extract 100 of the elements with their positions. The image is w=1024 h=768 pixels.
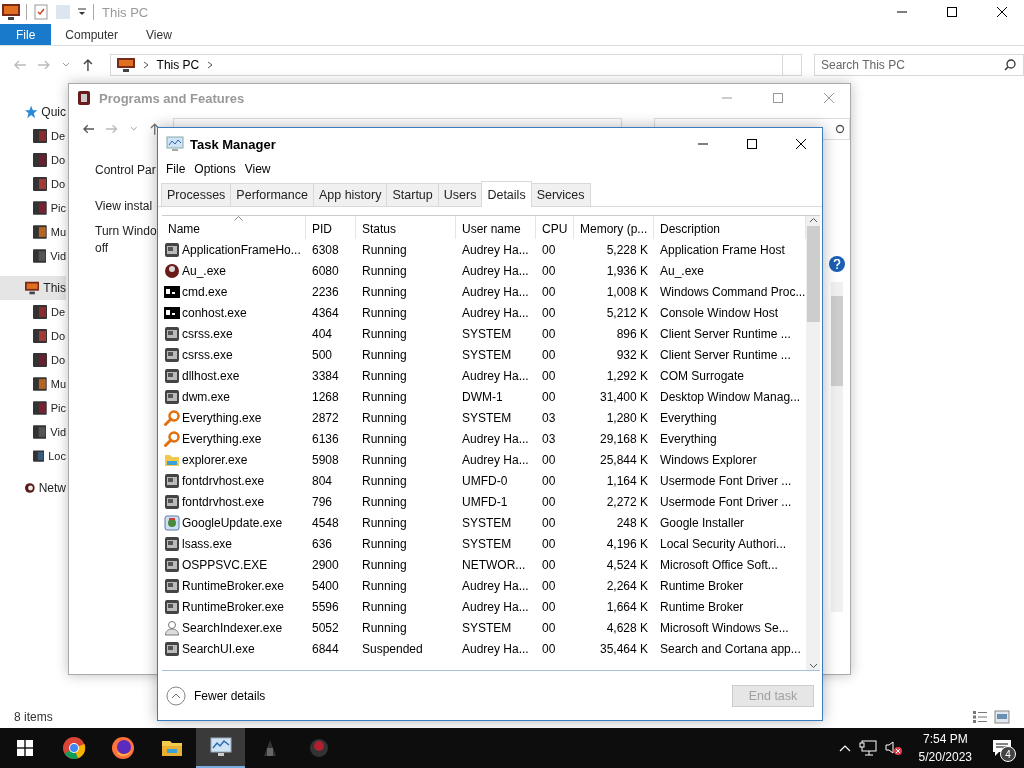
clock[interactable]: 7:54 PM 5/20/2023 [910, 730, 980, 766]
column-header[interactable]: User name [456, 216, 536, 239]
up-icon[interactable] [81, 59, 94, 71]
back-icon[interactable] [83, 123, 95, 135]
process-name: RuntimeBroker.exe [182, 599, 285, 614]
app-icon [164, 577, 180, 594]
close-icon[interactable] [794, 138, 807, 150]
process-name: csrss.exe [182, 326, 233, 341]
nav-item[interactable]: Do [0, 148, 66, 172]
sidebar-link[interactable]: View instal [95, 198, 157, 215]
maximize-icon[interactable] [946, 6, 958, 18]
table-cell-text: 804 [311, 472, 334, 490]
nav-item[interactable]: Vid [0, 244, 66, 268]
address-bar[interactable]: This PC [109, 54, 784, 76]
sidebar-link[interactable]: Control Par [95, 162, 157, 179]
table-cell-text: 03 [541, 409, 557, 427]
table-cell-text: 00 [541, 283, 557, 301]
nav-item[interactable]: Loc [0, 444, 66, 468]
scroll-up-icon[interactable] [808, 216, 818, 224]
nav-item[interactable]: De [0, 300, 66, 324]
browser-icon[interactable] [61, 736, 86, 760]
ribbon-tab[interactable]: View [132, 24, 186, 45]
nav-item[interactable]: Mu [0, 220, 66, 244]
breadcrumb-item[interactable]: This PC [156, 58, 200, 72]
tab[interactable]: App history [312, 183, 388, 206]
magnifier-icon [164, 409, 180, 426]
table-cell-text: 4,628 K [605, 619, 649, 637]
table-cell-text: UMFD-1 [461, 493, 509, 511]
menu-item[interactable]: View [242, 162, 278, 176]
table-cell-text: Microsoft Office Soft... [659, 556, 779, 574]
tab[interactable]: Performance [230, 183, 314, 206]
table-cell-text: Microsoft Windows Se... [659, 619, 790, 637]
tab[interactable]: Users [437, 183, 483, 206]
nav-item[interactable]: Do [0, 172, 66, 196]
column-header[interactable]: CPU [536, 216, 574, 239]
table-cell-text: Windows Command Proc... [659, 283, 806, 301]
column-header[interactable]: Memory (p... [574, 216, 654, 239]
scrollbar-thumb[interactable] [806, 226, 820, 322]
up-icon[interactable] [149, 123, 161, 135]
chevron-up-icon[interactable] [838, 744, 851, 752]
table-cell-text: 29,168 K [598, 430, 649, 448]
column-header[interactable]: PID [306, 216, 356, 239]
table-cell-text: 5400 [311, 577, 340, 595]
scrollbar[interactable] [806, 216, 820, 670]
magnifier-icon [164, 430, 180, 447]
network-icon[interactable] [858, 740, 877, 756]
taskbar-button[interactable] [196, 728, 245, 768]
table-cell-text: Usermode Font Driver ... [659, 472, 793, 490]
tab[interactable]: Services [530, 183, 591, 206]
nav-item[interactable]: Pic [0, 196, 66, 220]
menu-item[interactable]: Options [192, 162, 243, 176]
nav-item[interactable]: Vid [0, 420, 66, 444]
folder-icon [33, 201, 47, 215]
recent-icon[interactable] [61, 62, 70, 68]
chevron-circle-icon[interactable] [166, 685, 186, 706]
scrollbar[interactable] [831, 282, 843, 612]
new-folder-icon [55, 4, 71, 20]
scrollbar-thumb[interactable] [831, 296, 843, 386]
tab[interactable]: Startup [386, 183, 439, 206]
table-cell-text: 35,464 K [598, 640, 649, 658]
column-header[interactable]: Name [162, 216, 306, 239]
menu-item[interactable]: File [164, 162, 193, 176]
volume-muted-icon[interactable] [884, 740, 903, 756]
monitor-chart-icon[interactable] [208, 735, 233, 759]
console-icon [164, 304, 180, 321]
process-name: cmd.exe [182, 284, 228, 299]
ribbon-tab[interactable]: File [0, 24, 52, 45]
table-cell-text: 00 [541, 619, 557, 637]
nav-item[interactable]: Netw [0, 476, 66, 500]
close-icon[interactable] [996, 6, 1008, 18]
nav-item[interactable]: Do [0, 324, 66, 348]
tab[interactable]: Details [481, 181, 532, 207]
table-cell-text: Running [361, 388, 408, 406]
ribbon-tab[interactable]: Computer [51, 24, 133, 45]
scroll-down-icon[interactable] [808, 662, 818, 670]
nav-item[interactable]: Do [0, 348, 66, 372]
process-name: explorer.exe [182, 452, 248, 467]
help-icon[interactable] [829, 256, 845, 272]
nav-item[interactable]: De [0, 124, 66, 148]
fewer-details-button[interactable]: Fewer details [166, 685, 266, 706]
sidebar-link[interactable]: Turn Windo off [95, 223, 157, 257]
nav-item[interactable]: Mu [0, 372, 66, 396]
window-title: Task Manager [190, 136, 277, 152]
table-cell-text: 00 [541, 262, 557, 280]
table-cell-text: Runtime Broker [659, 577, 745, 595]
table-cell-text: 2,272 K [605, 493, 649, 511]
column-header[interactable]: Status [356, 216, 456, 239]
table-cell-text: 25,844 K [598, 451, 649, 469]
browser-icon[interactable] [110, 736, 135, 760]
start-icon[interactable] [16, 740, 33, 756]
table-cell-text: 1,936 K [605, 262, 649, 280]
process-name: OSPPSVC.EXE [182, 557, 268, 572]
user-icon [164, 619, 180, 636]
nav-item[interactable]: This [0, 276, 66, 300]
maximize-icon[interactable] [745, 138, 758, 150]
table-cell-text: 00 [541, 514, 557, 532]
tab[interactable]: Processes [161, 183, 232, 206]
nav-item[interactable]: Pic [0, 396, 66, 420]
search-field[interactable]: Search This PC [814, 54, 1024, 76]
nav-item[interactable]: Quic [0, 100, 66, 124]
